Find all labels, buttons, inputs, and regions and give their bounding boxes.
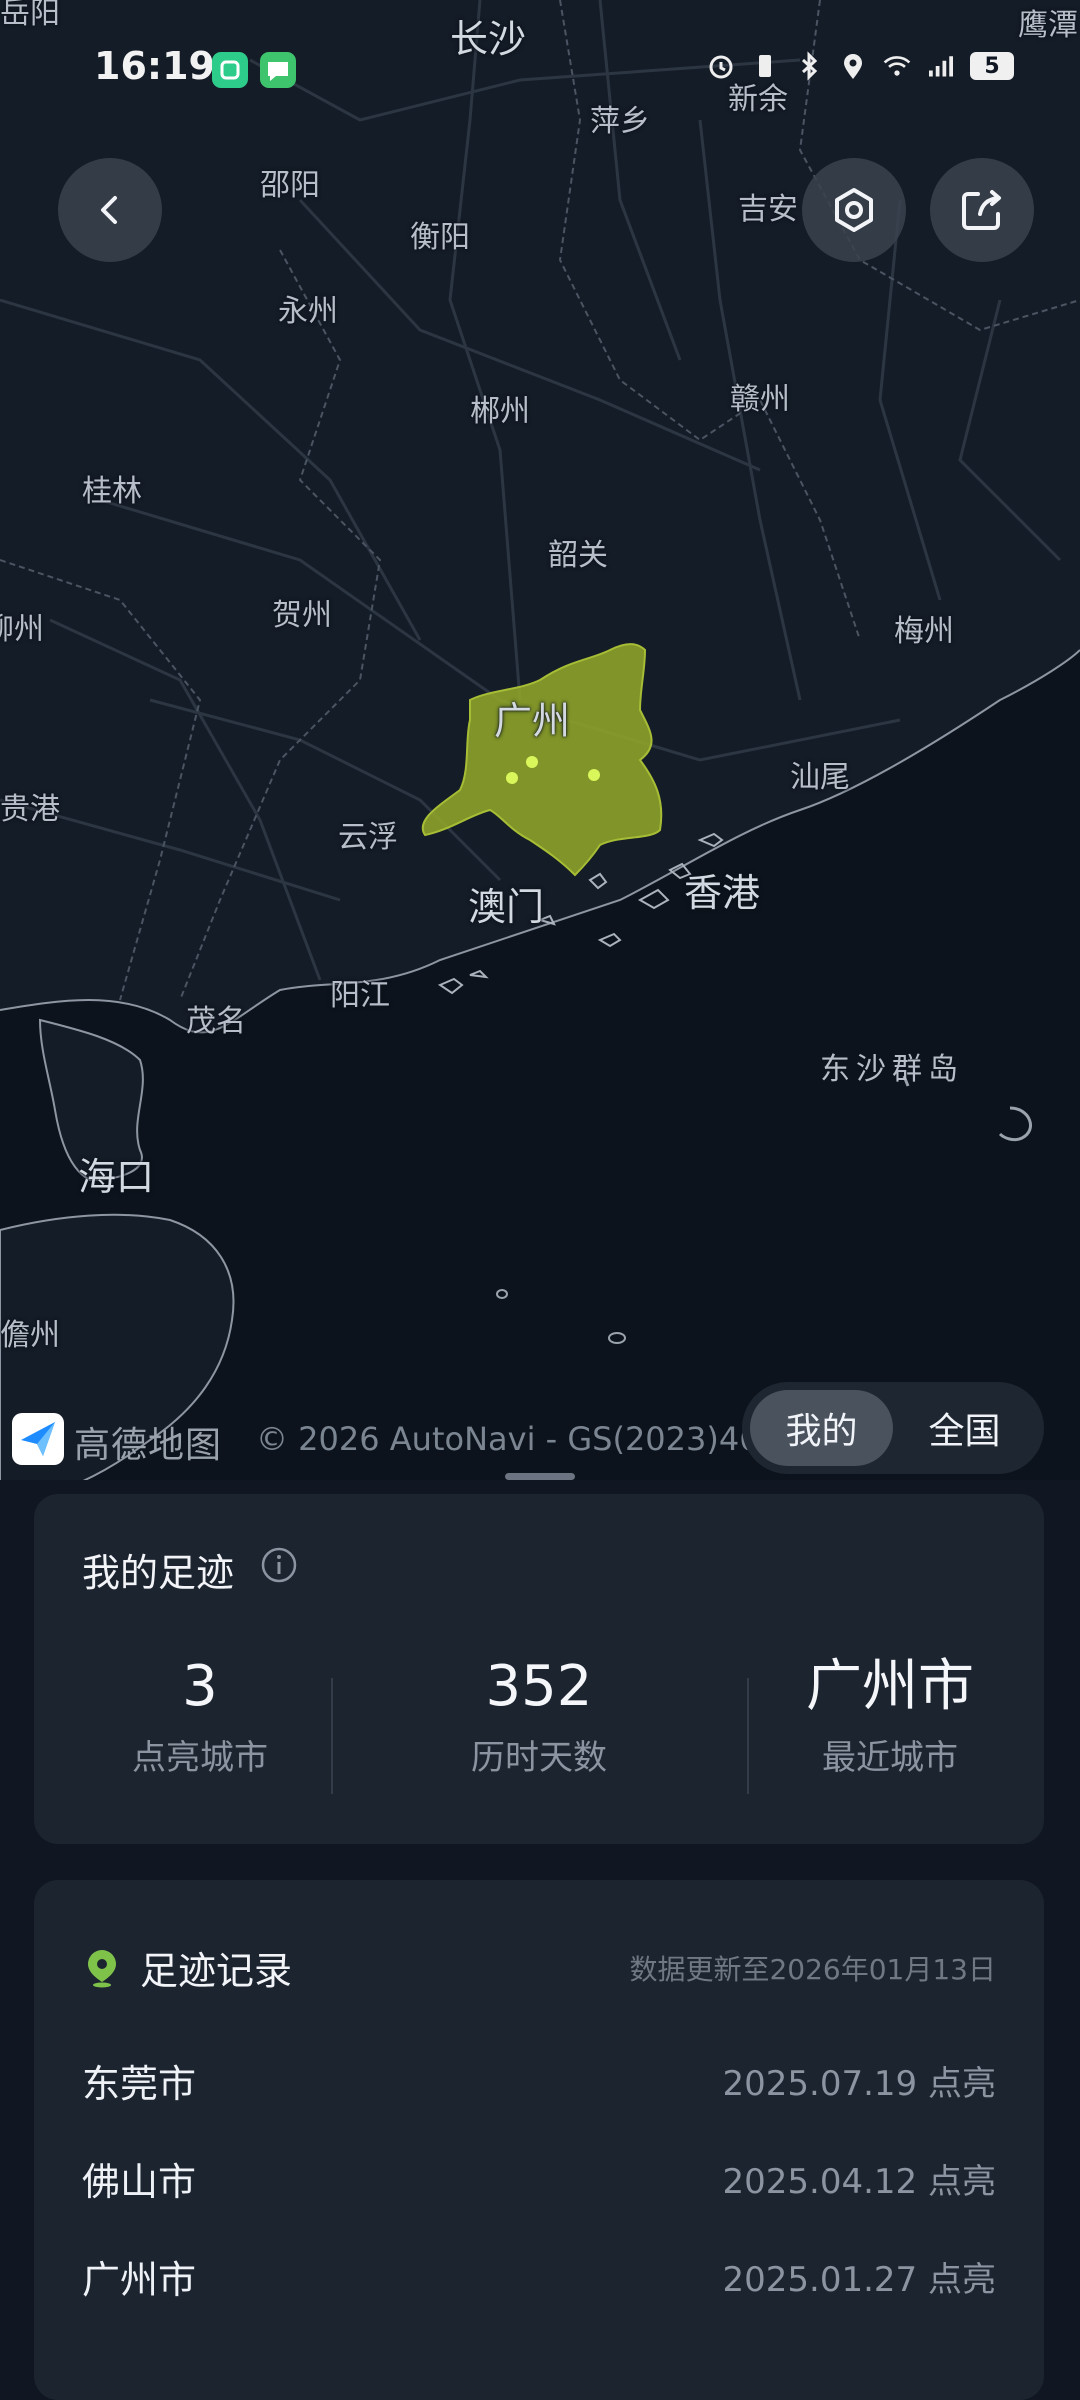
stat-lit-cities: 3 点亮城市 xyxy=(35,1654,365,1779)
map-label: 儋州 xyxy=(0,1318,60,1353)
status-bar: 16:19 5 xyxy=(0,40,1080,100)
signal-5g-icon xyxy=(926,50,956,82)
map-label: 赣州 xyxy=(730,382,790,417)
map-label: 云浮 xyxy=(338,820,398,855)
stat-label: 点亮城市 xyxy=(132,1738,268,1778)
stat-value: 广州市 xyxy=(806,1654,974,1719)
record-city: 广州市 xyxy=(82,2257,197,2302)
toggle-mine[interactable]: 我的 xyxy=(750,1390,893,1466)
map-copyright: © 2026 AutoNavi - GS(2023)467 xyxy=(256,1420,780,1458)
map-label: 衡阳 xyxy=(410,220,470,255)
stat-recent-city: 广州市 最近城市 xyxy=(725,1654,1055,1779)
bottom-sheet: 我的足迹 3 点亮城市 352 历时天数 广州市 最近城市 足迹记录 数据更新至… xyxy=(0,1480,1080,2400)
city-dot-foshan xyxy=(506,772,518,784)
stat-label: 最近城市 xyxy=(822,1738,958,1778)
share-icon xyxy=(962,190,1001,230)
map-label: 茂名 xyxy=(186,1004,246,1039)
map-provider-name: 高德地图 xyxy=(74,1425,223,1466)
city-dot-guangzhou xyxy=(526,756,538,768)
record-date: 2025.07.19 点亮 xyxy=(722,2063,996,2104)
map-label: 桂林 xyxy=(82,474,142,509)
stat-label: 历时天数 xyxy=(471,1738,607,1778)
map-label: 贺州 xyxy=(272,598,332,633)
map-label: 郴州 xyxy=(470,394,530,429)
hexagon-settings-icon xyxy=(835,188,873,232)
vibrate-icon xyxy=(750,50,780,82)
map-label: 汕尾 xyxy=(790,760,850,795)
sheet-drag-handle[interactable] xyxy=(505,1473,575,1480)
record-row[interactable]: 佛山市 2025.04.12 点亮 xyxy=(82,2148,996,2208)
map-label: 广州 xyxy=(494,699,571,743)
map-label: 梅州 xyxy=(894,614,954,649)
map-label: 岳阳 xyxy=(0,0,60,31)
map-label: 澳门 xyxy=(468,885,545,929)
map-label: 鹰潭 xyxy=(1018,8,1078,43)
status-icons: 5 xyxy=(706,50,1014,82)
city-dot-dongguan xyxy=(588,769,600,781)
location-pin-icon xyxy=(84,1948,120,1992)
info-icon[interactable] xyxy=(260,1546,298,1588)
footprint-records-card: 足迹记录 数据更新至2026年01月13日 东莞市 2025.07.19 点亮 … xyxy=(34,1880,1044,2400)
record-city: 佛山市 xyxy=(82,2159,197,2204)
map-canvas xyxy=(0,0,1080,1500)
map-label: 萍乡 xyxy=(590,104,650,139)
footprint-map[interactable]: 岳阳 长沙 鹰潭 萍乡 新余 邵阳 衡阳 吉安 永州 郴州 赣州 桂林 韶关 贺… xyxy=(0,0,1080,1533)
settings-button[interactable] xyxy=(802,158,906,262)
toggle-nation[interactable]: 全国 xyxy=(893,1390,1036,1466)
stat-value: 352 xyxy=(485,1654,593,1719)
map-label: 柳州 xyxy=(0,612,44,647)
map-label: 贵港 xyxy=(0,792,60,827)
bluetooth-icon xyxy=(794,50,824,82)
share-button[interactable] xyxy=(930,158,1034,262)
chevron-left-icon xyxy=(101,196,117,224)
map-label: 海口 xyxy=(78,1155,155,1199)
footprint-summary-card: 我的足迹 3 点亮城市 352 历时天数 广州市 最近城市 xyxy=(34,1494,1044,1844)
amap-logo xyxy=(12,1413,64,1465)
alarm-icon xyxy=(706,50,736,82)
map-label: 东沙群岛 xyxy=(820,1052,964,1087)
record-city: 东莞市 xyxy=(82,2061,197,2106)
record-date: 2025.01.27 点亮 xyxy=(722,2259,996,2300)
status-time: 16:19 xyxy=(94,44,215,88)
map-label: 韶关 xyxy=(548,538,608,573)
map-label: 永州 xyxy=(278,294,338,329)
stat-divider xyxy=(331,1678,333,1794)
records-updated-time: 数据更新至2026年01月13日 xyxy=(629,1953,996,1986)
map-label: 吉安 xyxy=(738,192,798,227)
messages-icon xyxy=(260,52,296,88)
wifi-icon xyxy=(882,50,912,82)
back-button[interactable] xyxy=(58,158,162,262)
scope-toggle[interactable]: 我的 全国 xyxy=(742,1382,1044,1474)
stat-days: 352 历时天数 xyxy=(374,1654,704,1779)
summary-title: 我的足迹 xyxy=(82,1551,235,1595)
amap-arrow-icon xyxy=(21,1422,55,1456)
stat-value: 3 xyxy=(182,1654,218,1719)
map-label: 阳江 xyxy=(330,978,390,1013)
battery-indicator: 5 xyxy=(970,52,1014,80)
records-title: 足迹记录 xyxy=(140,1949,293,1993)
record-row[interactable]: 广州市 2025.01.27 点亮 xyxy=(82,2246,996,2306)
map-label: 邵阳 xyxy=(260,168,320,203)
record-date: 2025.04.12 点亮 xyxy=(722,2161,996,2202)
record-row[interactable]: 东莞市 2025.07.19 点亮 xyxy=(82,2050,996,2110)
map-label: 香港 xyxy=(684,871,761,915)
location-icon xyxy=(838,50,868,82)
mijia-icon xyxy=(212,52,248,88)
